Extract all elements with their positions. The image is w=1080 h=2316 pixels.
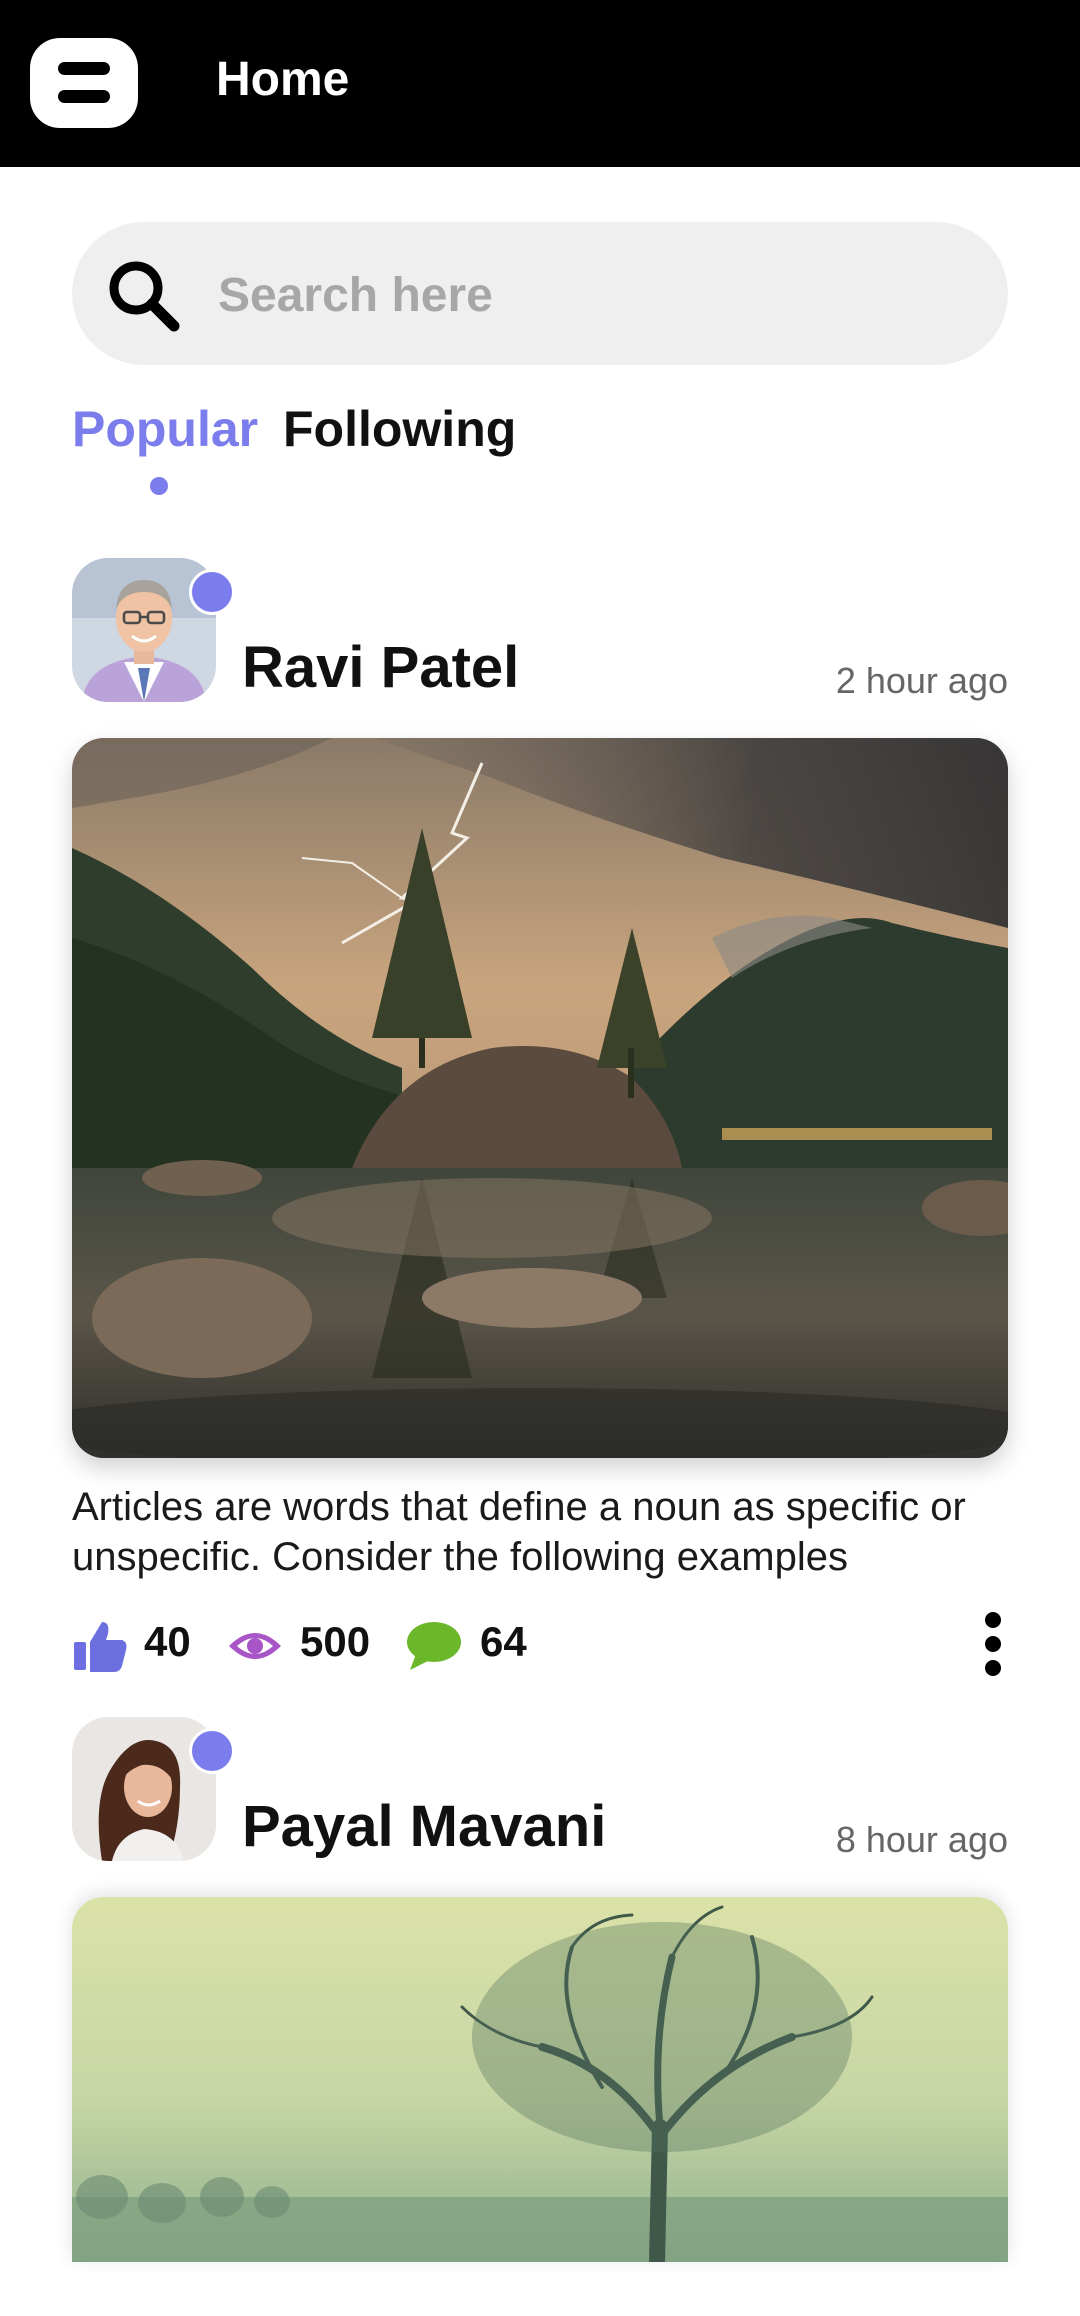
online-status-dot xyxy=(189,1728,235,1774)
comments-count: 64 xyxy=(480,1618,527,1665)
lake-landscape-image xyxy=(72,738,1008,1458)
menu-icon-bar xyxy=(58,62,110,75)
post-author-name[interactable]: Payal Mavani xyxy=(242,1793,606,1860)
active-tab-indicator xyxy=(150,477,168,495)
post-image[interactable] xyxy=(72,738,1008,1458)
menu-icon-bar xyxy=(58,90,110,103)
eye-icon[interactable] xyxy=(227,1626,283,1666)
page-title: Home xyxy=(216,53,350,106)
search-icon[interactable] xyxy=(104,256,184,336)
post-caption: Articles are words that define a noun as… xyxy=(72,1485,966,1579)
app-bar: Home xyxy=(0,0,1080,167)
misty-tree-image xyxy=(72,1897,1008,2262)
post-author-name[interactable]: Ravi Patel xyxy=(242,634,519,701)
search-input[interactable] xyxy=(216,250,980,340)
thumbs-up-icon[interactable] xyxy=(72,1618,128,1674)
tab-popular[interactable]: Popular xyxy=(72,400,258,458)
post-timestamp: 2 hour ago xyxy=(835,660,1008,701)
speech-bubble-icon[interactable] xyxy=(406,1620,462,1672)
post-stats: 40 500 64 xyxy=(72,1612,1008,1682)
menu-button[interactable] xyxy=(30,38,138,128)
post-timestamp: 8 hour ago xyxy=(835,1819,1008,1860)
likes-count: 40 xyxy=(144,1618,191,1665)
tab-following[interactable]: Following xyxy=(283,400,516,458)
online-status-dot xyxy=(189,569,235,615)
views-count: 500 xyxy=(300,1618,371,1665)
more-vertical-icon[interactable] xyxy=(978,1612,1008,1678)
search-bar[interactable] xyxy=(72,222,1008,365)
post-image[interactable] xyxy=(72,1897,1008,2262)
